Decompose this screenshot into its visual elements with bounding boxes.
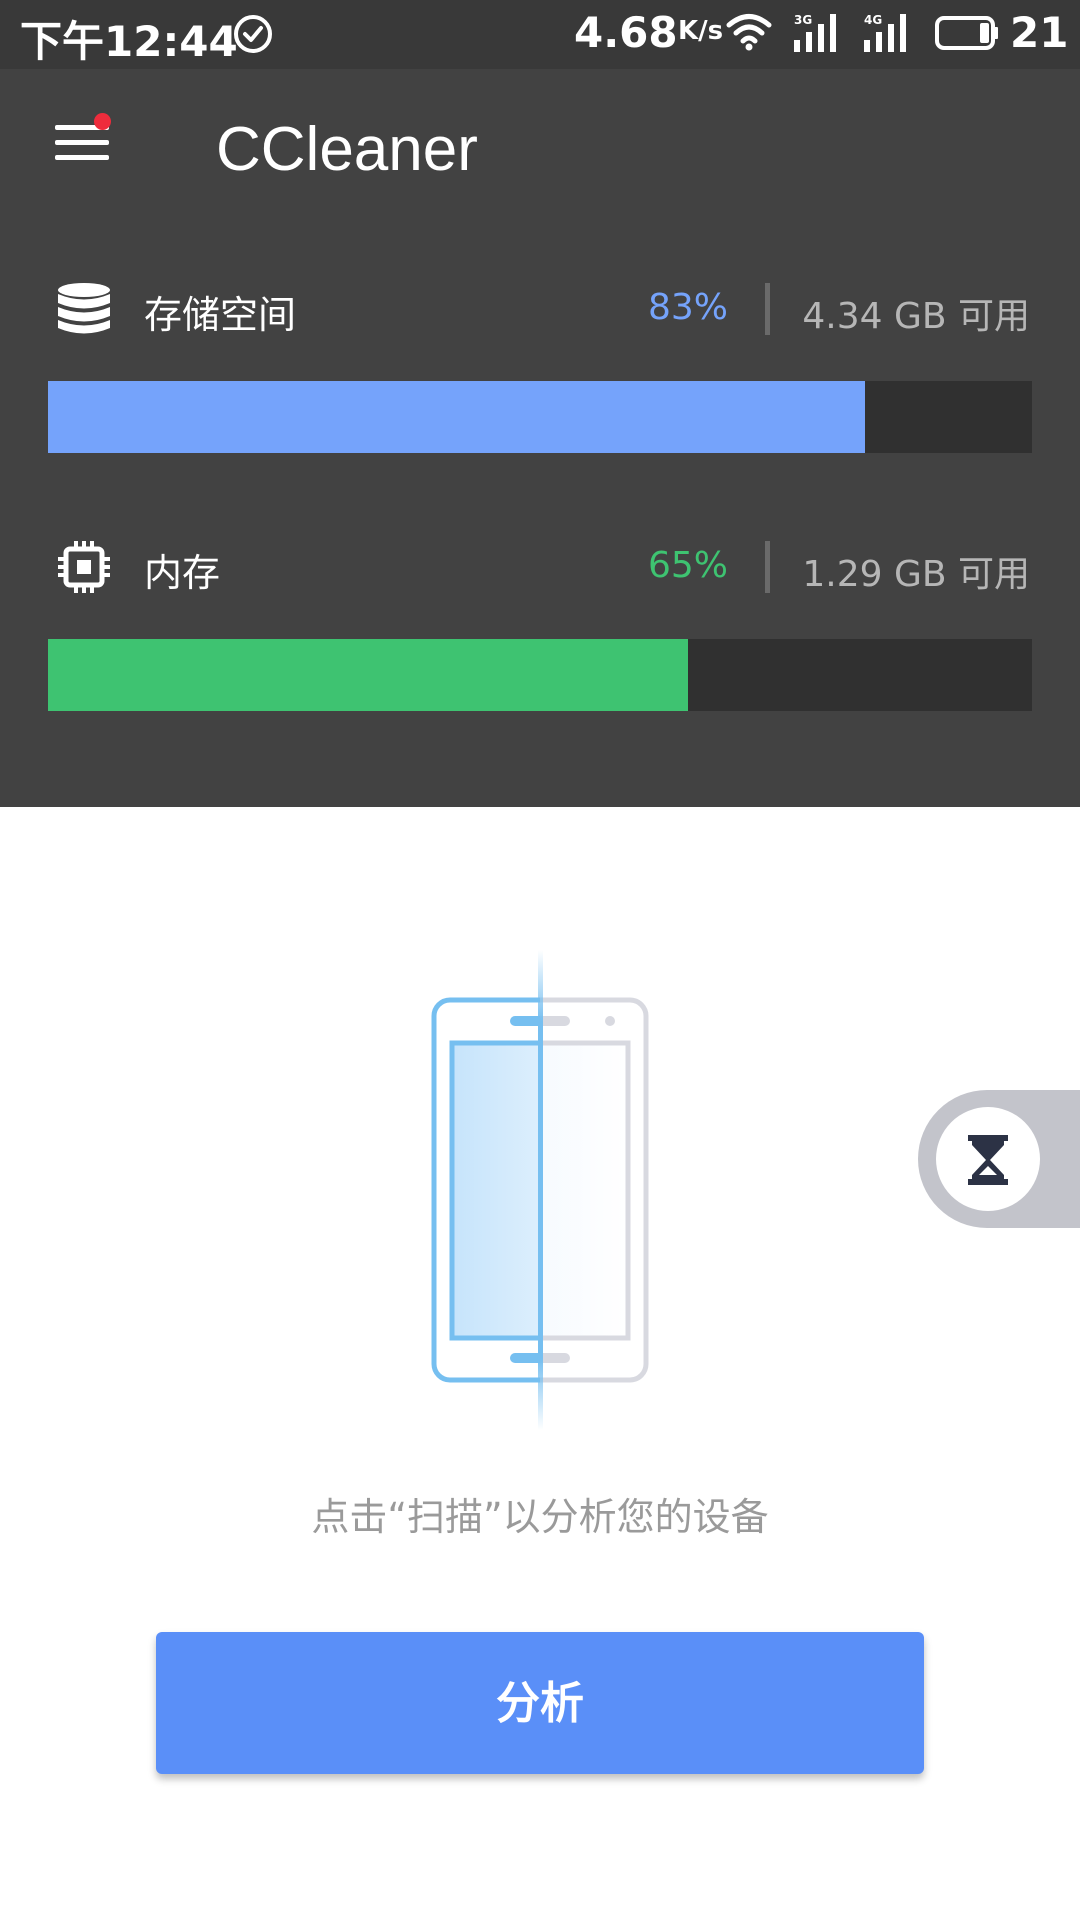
storage-progress-bar [48,381,1032,453]
svg-text:4G: 4G [864,13,882,27]
chip-icon [58,541,110,593]
storage-progress-fill [48,381,865,453]
wifi-icon [726,14,772,51]
memory-separator [765,541,770,593]
side-floating-button[interactable] [918,1090,1080,1228]
storage-label: 存储空间 [144,293,297,337]
storage-available: 4.34 GB 可用 [802,296,1030,337]
memory-progress-fill [48,639,688,711]
storage-separator [765,283,770,335]
app-title: CCleaner [216,115,478,184]
net-speed-unit: K/s [678,16,724,46]
phone-scan-icon [431,950,649,1430]
menu-button[interactable] [52,113,116,179]
status-time: 下午12:44 [20,17,238,66]
memory-percent: 65% [647,545,728,586]
app-header: CCleaner 存储空间 83% 4.34 GB 可用 内存 65% 1.29… [0,69,1080,807]
memory-progress-bar [48,639,1032,711]
signal-4g-icon: 4G [864,13,906,52]
battery-icon [935,16,998,50]
memory-available: 1.29 GB 可用 [802,554,1030,595]
check-circle-icon [234,15,272,53]
memory-label: 内存 [144,551,221,595]
svg-text:3G: 3G [794,13,812,27]
scan-hint-text: 点击“扫描”以分析您的设备 [311,1495,769,1539]
analyze-button[interactable]: 分析 [156,1632,924,1774]
status-bar: 下午12:44 4.68 K/s 3G 4G 21 [0,0,1080,69]
signal-3g-icon: 3G [794,13,836,52]
database-icon [58,283,110,334]
hourglass-icon [968,1135,1008,1185]
notification-dot [94,113,111,130]
net-speed: 4.68 [574,8,678,57]
battery-level: 21 [1010,8,1069,57]
side-button-circle [936,1107,1040,1211]
storage-percent: 83% [647,287,728,328]
